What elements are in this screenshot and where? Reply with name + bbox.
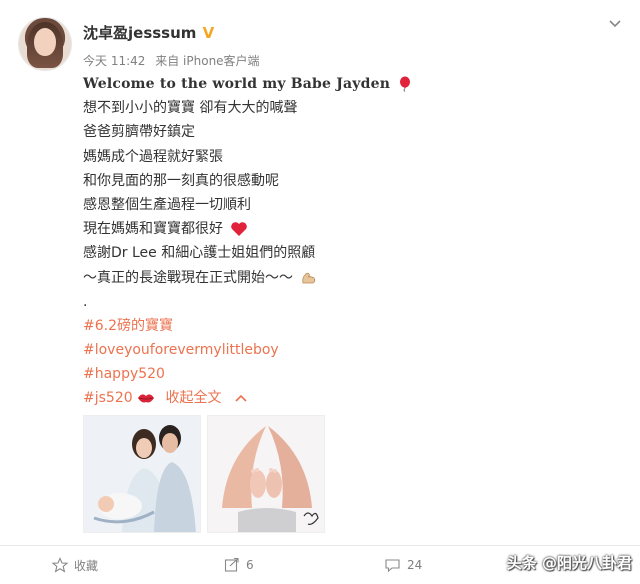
hashtag-line: #loveyouforevermylittleboy	[83, 338, 623, 362]
post-line-dot: .	[83, 293, 88, 310]
hashtag-link[interactable]: #loveyouforevermylittleboy	[83, 342, 279, 358]
favorite-label: 收藏	[74, 558, 99, 573]
post-content: Welcome to the world my Babe Jayden 想不到小…	[83, 72, 623, 411]
family-photo-icon	[84, 416, 200, 532]
post-line-text: 現在媽媽和寶寶都很好	[83, 221, 223, 238]
username-text[interactable]: 沈卓盈jesssum	[83, 22, 196, 43]
star-icon	[52, 557, 68, 573]
baby-feet-photo-thumbnail[interactable]	[207, 415, 325, 533]
post-line: 感恩整個生產過程一切順利	[83, 196, 251, 213]
post-time[interactable]: 今天 11:42	[83, 54, 145, 68]
post-line: 感謝Dr Lee 和細心護士姐姐們的照顧	[83, 245, 316, 262]
watermark: 头条 @阳光八卦君	[506, 554, 632, 572]
avatar-face	[34, 28, 56, 56]
post-line-text: ～真正的長途戰現在正式開始～～	[83, 269, 293, 286]
baby-feet-photo-icon	[208, 416, 324, 532]
repost-button[interactable]: 6	[224, 557, 254, 573]
username[interactable]: 沈卓盈jesssum V	[83, 22, 216, 43]
post-line: 和你見面的那一刻真的很感動呢	[83, 172, 279, 189]
favorite-button[interactable]: 收藏	[52, 557, 98, 574]
comment-button[interactable]: 24	[384, 557, 422, 573]
repost-count: 6	[246, 558, 254, 572]
hashtag-line: #6.2磅的寶寶	[83, 314, 623, 338]
post-title-text: Welcome to the world my Babe Jayden	[83, 76, 391, 92]
post-line-with-muscle: ～真正的長途戰現在正式開始～～	[83, 266, 623, 290]
post-meta: 今天 11:42 来自 iPhone客户端	[83, 52, 260, 69]
hashtag-collapse-line: #js520 收起全文	[83, 386, 623, 410]
avatar[interactable]	[19, 18, 71, 70]
hashtag-link[interactable]: #js520	[83, 390, 133, 406]
post-line-with-heart: 現在媽媽和寶寶都很好	[83, 217, 623, 241]
hashtag-link[interactable]: #happy520	[83, 366, 165, 382]
comment-count: 24	[407, 558, 423, 572]
post-title-line: Welcome to the world my Babe Jayden	[83, 72, 623, 96]
post-line: 媽媽成个過程就好緊張	[83, 148, 223, 165]
collapse-full-text-button[interactable]: 收起全文	[166, 390, 222, 406]
flexed-biceps-icon	[302, 272, 316, 284]
hashtag-line: #happy520	[83, 362, 623, 386]
post-source: 来自 iPhone客户端	[155, 54, 260, 68]
vip-badge-icon: V	[202, 23, 215, 42]
image-grid	[83, 415, 325, 533]
post-line: 想不到小小的寶寶 卻有大大的喊聲	[83, 100, 298, 117]
hashtag-link[interactable]: #6.2磅的寶寶	[83, 318, 173, 334]
chevron-down-icon[interactable]	[608, 16, 622, 30]
balloon-icon	[400, 76, 411, 92]
red-heart-icon	[231, 222, 248, 237]
chevron-up-icon[interactable]	[234, 393, 248, 403]
comment-icon	[385, 559, 400, 573]
repost-icon	[224, 557, 239, 572]
post-line: 爸爸剪臍帶好鎮定	[83, 124, 195, 141]
kiss-lips-icon	[138, 394, 155, 403]
family-photo-thumbnail[interactable]	[83, 415, 201, 533]
